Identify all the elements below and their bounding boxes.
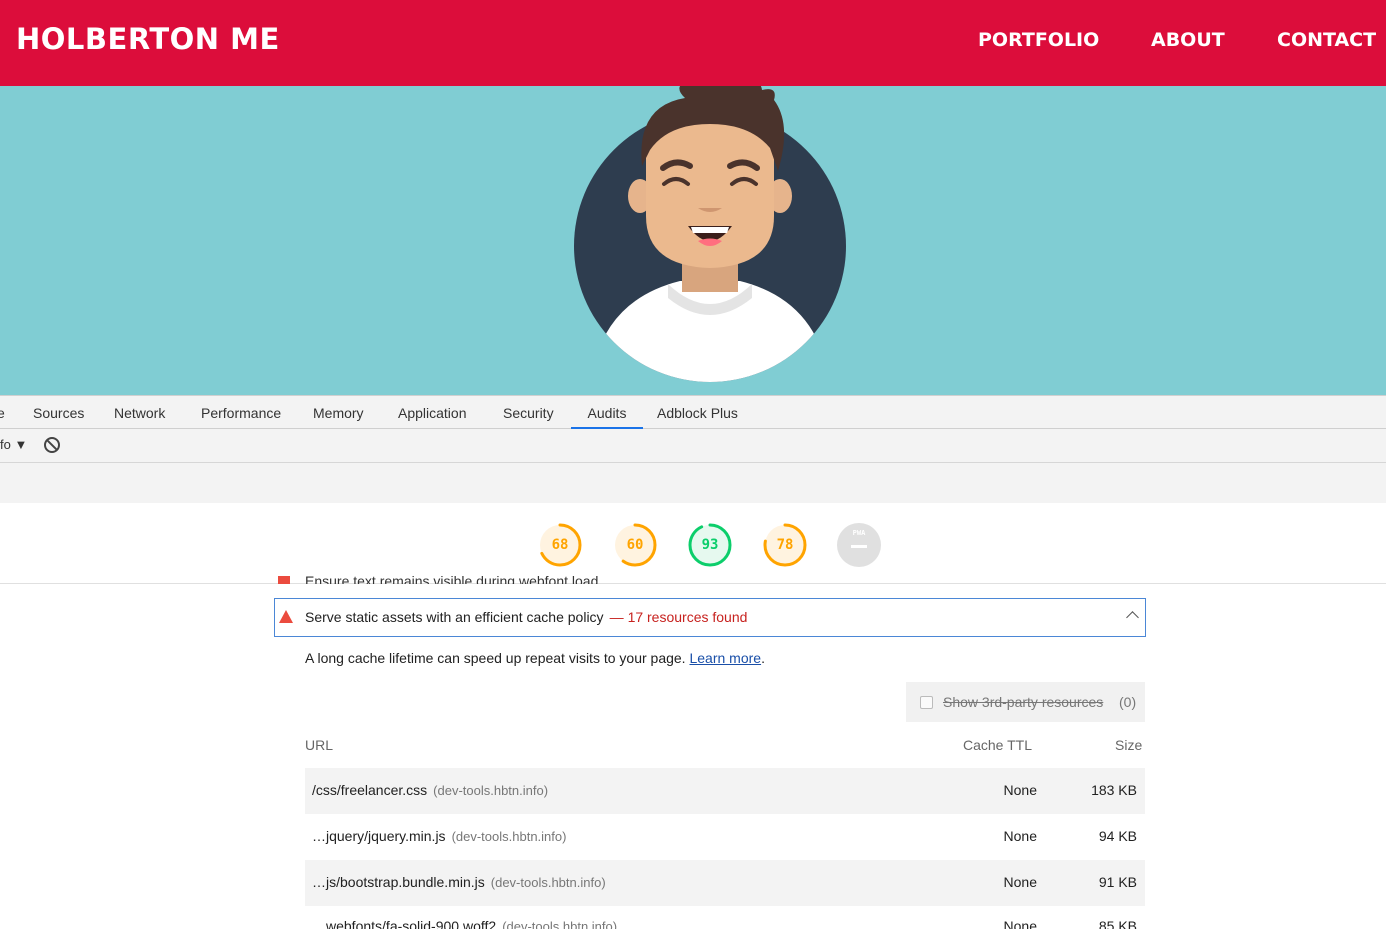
nav-contact-link[interactable]: CONTACT xyxy=(1277,29,1376,51)
row-cache-ttl: None xyxy=(1003,828,1037,844)
row-url: …js/bootstrap.bundle.min.js xyxy=(312,874,485,890)
previous-audit-title: Ensure text remains visible during webfo… xyxy=(305,573,599,584)
row-url: …jquery/jquery.min.js xyxy=(312,828,446,844)
score-gauge-accessibility[interactable]: 60 xyxy=(612,522,658,568)
tab-audits[interactable]: Audits xyxy=(571,396,643,429)
table-row: /css/freelancer.css (dev-tools.hbtn.info)… xyxy=(305,768,1145,814)
avatar-image xyxy=(574,86,846,382)
row-url-cell: …jquery/jquery.min.js (dev-tools.hbtn.inf… xyxy=(312,828,566,844)
audit-count: 17 resources found xyxy=(627,609,748,625)
description-text: A long cache lifetime can speed up repea… xyxy=(305,650,686,666)
row-url: …webfonts/fa-solid-900.woff2 xyxy=(312,918,497,929)
row-url-cell: /css/freelancer.css (dev-tools.hbtn.info) xyxy=(312,782,548,798)
tab-memory[interactable]: Memory xyxy=(313,396,364,429)
warning-icon xyxy=(278,576,290,584)
third-party-checkbox[interactable] xyxy=(920,696,933,709)
context-select[interactable]: fo ▼ xyxy=(0,437,27,452)
pwa-label: PWA xyxy=(852,529,866,537)
table-row: …js/bootstrap.bundle.min.js (dev-tools.hb… xyxy=(305,860,1145,906)
row-size: 85 KB xyxy=(1098,918,1137,929)
row-host: (dev-tools.hbtn.info) xyxy=(433,783,549,798)
table-row: …jquery/jquery.min.js (dev-tools.hbtn.inf… xyxy=(305,814,1145,860)
tab-performance[interactable]: Performance xyxy=(201,396,281,429)
row-host: (dev-tools.hbtn.info) xyxy=(490,875,606,890)
warning-triangle-icon xyxy=(279,610,293,623)
block-icon[interactable] xyxy=(44,437,60,453)
score-value: 68 xyxy=(551,537,569,553)
devtools-tab-bar: e Sources Network Performance Memory App… xyxy=(0,395,1386,429)
nav-portfolio-link[interactable]: PORTFOLIO xyxy=(978,29,1099,51)
score-gauge-best-practices[interactable]: 93 xyxy=(687,522,733,568)
hero-section xyxy=(0,86,1386,395)
column-header-cache-ttl: Cache TTL xyxy=(963,737,1032,753)
score-gauge-seo[interactable]: 78 xyxy=(762,522,808,568)
tab-application[interactable]: Application xyxy=(398,396,467,429)
site-header: HOLBERTON ME PORTFOLIO ABOUT CONTACT xyxy=(0,0,1386,86)
devtools-toolbar: fo ▼ xyxy=(0,429,1386,463)
score-gauge-performance[interactable]: 68 xyxy=(537,522,583,568)
devtools-strip xyxy=(0,463,1386,503)
tab-security[interactable]: Security xyxy=(503,396,554,429)
row-cache-ttl: None xyxy=(1003,918,1037,929)
site-brand[interactable]: HOLBERTON ME xyxy=(16,22,280,56)
row-size: 183 KB xyxy=(1091,782,1137,798)
row-host: (dev-tools.hbtn.info) xyxy=(502,919,618,929)
third-party-label[interactable]: Show 3rd-party resources xyxy=(943,694,1103,710)
tab-network[interactable]: Network xyxy=(114,396,165,429)
column-header-url: URL xyxy=(305,737,334,753)
score-gauges: 68 60 93 78 PWA xyxy=(0,503,1386,584)
learn-more-link[interactable]: Learn more xyxy=(689,650,761,666)
row-size: 91 KB xyxy=(1098,874,1137,890)
score-value: 93 xyxy=(701,537,719,553)
row-cache-ttl: None xyxy=(1003,874,1037,890)
row-size: 94 KB xyxy=(1098,828,1137,844)
row-url: /css/freelancer.css xyxy=(312,782,428,798)
audit-cache-policy-header[interactable]: Serve static assets with an efficient ca… xyxy=(274,598,1146,637)
score-value: 78 xyxy=(776,537,794,553)
audit-title-line: Serve static assets with an efficient ca… xyxy=(305,609,747,625)
tab-sources[interactable]: Sources xyxy=(33,396,84,429)
audit-dash: — xyxy=(609,609,624,625)
third-party-filter: Show 3rd-party resources (0) xyxy=(906,682,1145,722)
audit-title: Serve static assets with an efficient ca… xyxy=(305,609,604,625)
row-cache-ttl: None xyxy=(1003,782,1037,798)
row-host: (dev-tools.hbtn.info) xyxy=(451,829,567,844)
audit-description: A long cache lifetime can speed up repea… xyxy=(305,650,765,666)
chevron-up-icon[interactable] xyxy=(1126,611,1139,624)
nav-about-link[interactable]: ABOUT xyxy=(1151,29,1225,51)
score-gauge-pwa[interactable]: PWA xyxy=(836,522,882,568)
tab-elements[interactable]: e xyxy=(0,396,5,429)
score-value: 60 xyxy=(626,537,644,553)
column-header-size: Size xyxy=(1115,737,1143,753)
description-period: . xyxy=(761,650,765,666)
table-row: …webfonts/fa-solid-900.woff2 (dev-tools.h… xyxy=(305,906,1145,929)
row-url-cell: …webfonts/fa-solid-900.woff2 (dev-tools.h… xyxy=(312,918,617,929)
row-url-cell: …js/bootstrap.bundle.min.js (dev-tools.hb… xyxy=(312,874,606,890)
tab-adblock-plus[interactable]: Adblock Plus xyxy=(657,396,738,429)
third-party-count: (0) xyxy=(1119,694,1137,710)
